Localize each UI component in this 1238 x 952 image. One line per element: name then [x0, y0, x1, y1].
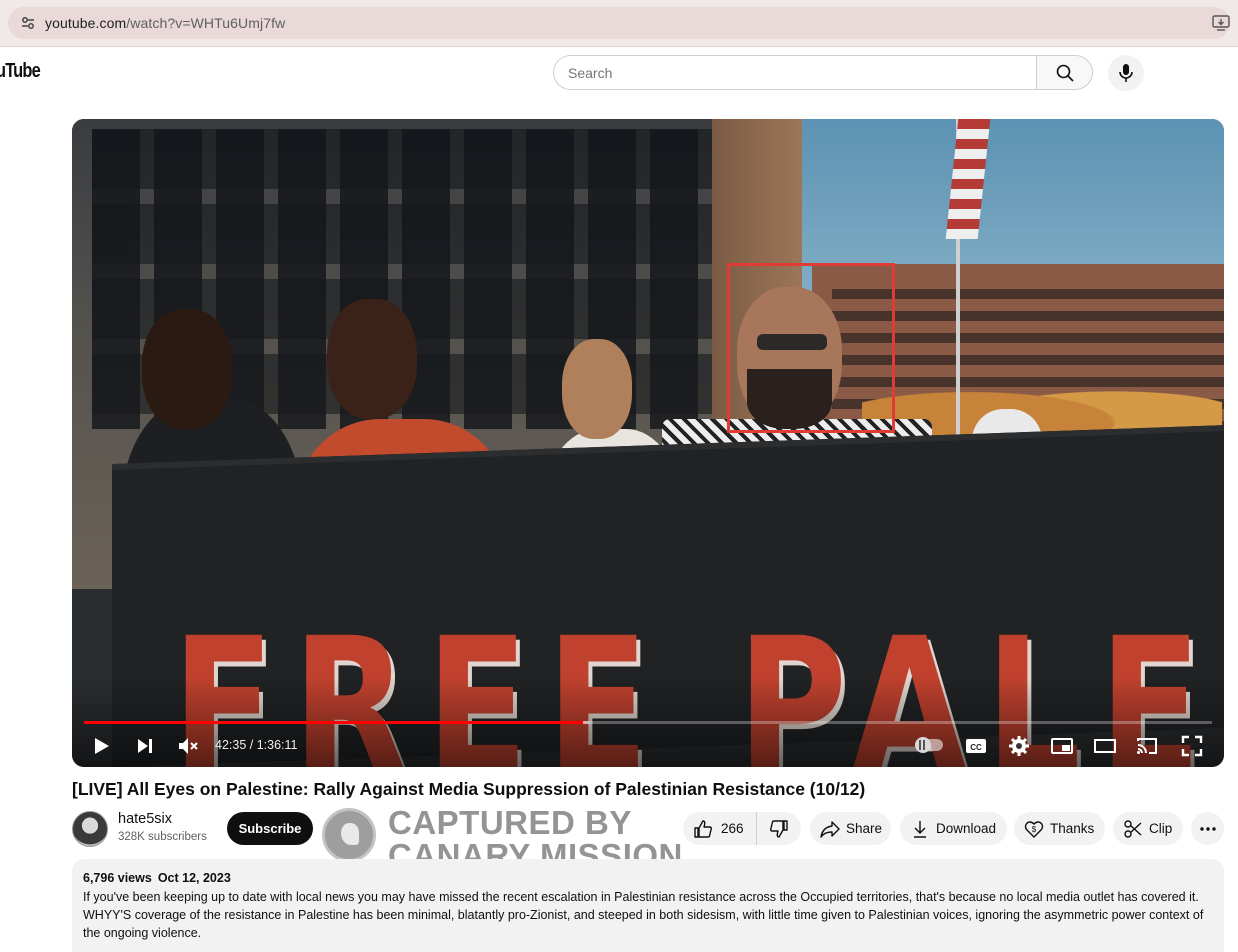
play-button[interactable] — [92, 734, 112, 758]
play-icon — [95, 738, 109, 754]
share-icon — [820, 820, 840, 838]
cc-icon: CC — [966, 739, 986, 753]
like-dislike-group: 266 — [683, 812, 801, 845]
view-count: 6,796 views — [83, 871, 152, 885]
theater-icon — [1094, 739, 1116, 753]
svg-text:$: $ — [1032, 825, 1037, 834]
settings-icon — [1009, 736, 1029, 756]
url-domain: youtube.com — [45, 15, 127, 31]
more-horizontal-icon — [1199, 826, 1216, 831]
cast-button[interactable] — [1135, 734, 1159, 758]
video-player[interactable]: FREE PALEST 42:35 / 1:36:11 CC — [72, 119, 1224, 767]
browser-toolbar: youtube.com/watch?v=WHTu6Umj7fw — [0, 0, 1238, 47]
subscriber-count: 328K subscribers — [118, 831, 207, 843]
mute-button[interactable] — [176, 734, 200, 758]
channel-name[interactable]: hate5six — [118, 811, 172, 827]
dislike-button[interactable] — [757, 812, 801, 845]
svg-text:CC: CC — [970, 743, 982, 752]
thanks-button[interactable]: $ Thanks — [1014, 812, 1105, 845]
install-app-icon[interactable] — [1212, 15, 1230, 31]
description-meta: 6,796 views Oct 12, 2023 — [83, 871, 1213, 885]
site-settings-icon[interactable] — [20, 15, 36, 31]
autoplay-toggle[interactable] — [915, 737, 943, 753]
like-button[interactable]: 266 — [683, 812, 757, 845]
subtitles-button[interactable]: CC — [964, 734, 988, 758]
description-text: If you've been keeping up to date with l… — [83, 890, 1204, 940]
download-icon — [914, 820, 926, 838]
youtube-header: uTube — [0, 48, 1238, 98]
super-thanks-icon: $ — [1024, 820, 1044, 838]
fullscreen-button[interactable] — [1180, 734, 1204, 758]
fullscreen-icon — [1181, 735, 1203, 757]
search-box[interactable] — [553, 55, 1037, 90]
clip-button[interactable]: Clip — [1113, 812, 1183, 845]
thumbs-down-icon — [770, 819, 788, 838]
search-icon — [1056, 64, 1074, 82]
address-bar[interactable]: youtube.com/watch?v=WHTu6Umj7fw — [8, 7, 1230, 39]
played-bar — [84, 721, 584, 724]
canary-mission-seal — [322, 808, 376, 862]
upload-date: Oct 12, 2023 — [157, 871, 231, 885]
settings-button[interactable] — [1007, 734, 1031, 758]
download-button[interactable]: Download — [900, 812, 1007, 845]
cast-icon — [1137, 738, 1157, 754]
youtube-logo[interactable]: uTube — [0, 60, 41, 83]
progress-bar[interactable] — [84, 721, 1212, 724]
search-input[interactable] — [568, 63, 1028, 83]
thumbs-up-icon — [694, 819, 712, 838]
microphone-icon — [1119, 64, 1133, 82]
miniplayer-icon — [1051, 738, 1073, 754]
more-actions-button[interactable] — [1191, 812, 1224, 845]
scissors-icon — [1124, 819, 1142, 838]
video-frame[interactable]: FREE PALEST — [72, 119, 1224, 767]
url-path: /watch?v=WHTu6Umj7fw — [126, 15, 286, 31]
mute-icon — [179, 738, 198, 754]
theater-mode-button[interactable] — [1093, 734, 1117, 758]
next-icon — [138, 739, 152, 753]
voice-search-button[interactable] — [1108, 55, 1144, 91]
video-description[interactable]: 6,796 views Oct 12, 2023 If you've been k… — [72, 859, 1224, 952]
channel-avatar[interactable] — [72, 811, 108, 847]
like-count: 266 — [721, 821, 744, 836]
download-label: Download — [936, 821, 997, 836]
clip-label: Clip — [1149, 821, 1173, 836]
search-button[interactable] — [1036, 55, 1093, 90]
share-label: Share — [846, 821, 883, 836]
url-text[interactable]: youtube.com/watch?v=WHTu6Umj7fw — [45, 15, 285, 31]
video-title: [LIVE] All Eyes on Palestine: Rally Agai… — [72, 779, 866, 799]
red-highlight-box — [727, 263, 895, 433]
thanks-label: Thanks — [1050, 821, 1095, 836]
miniplayer-button[interactable] — [1050, 734, 1074, 758]
next-button[interactable] — [135, 734, 155, 758]
time-display: 42:35 / 1:36:11 — [215, 738, 298, 752]
share-button[interactable]: Share — [810, 812, 891, 845]
subscribe-button[interactable]: Subscribe — [227, 812, 313, 845]
